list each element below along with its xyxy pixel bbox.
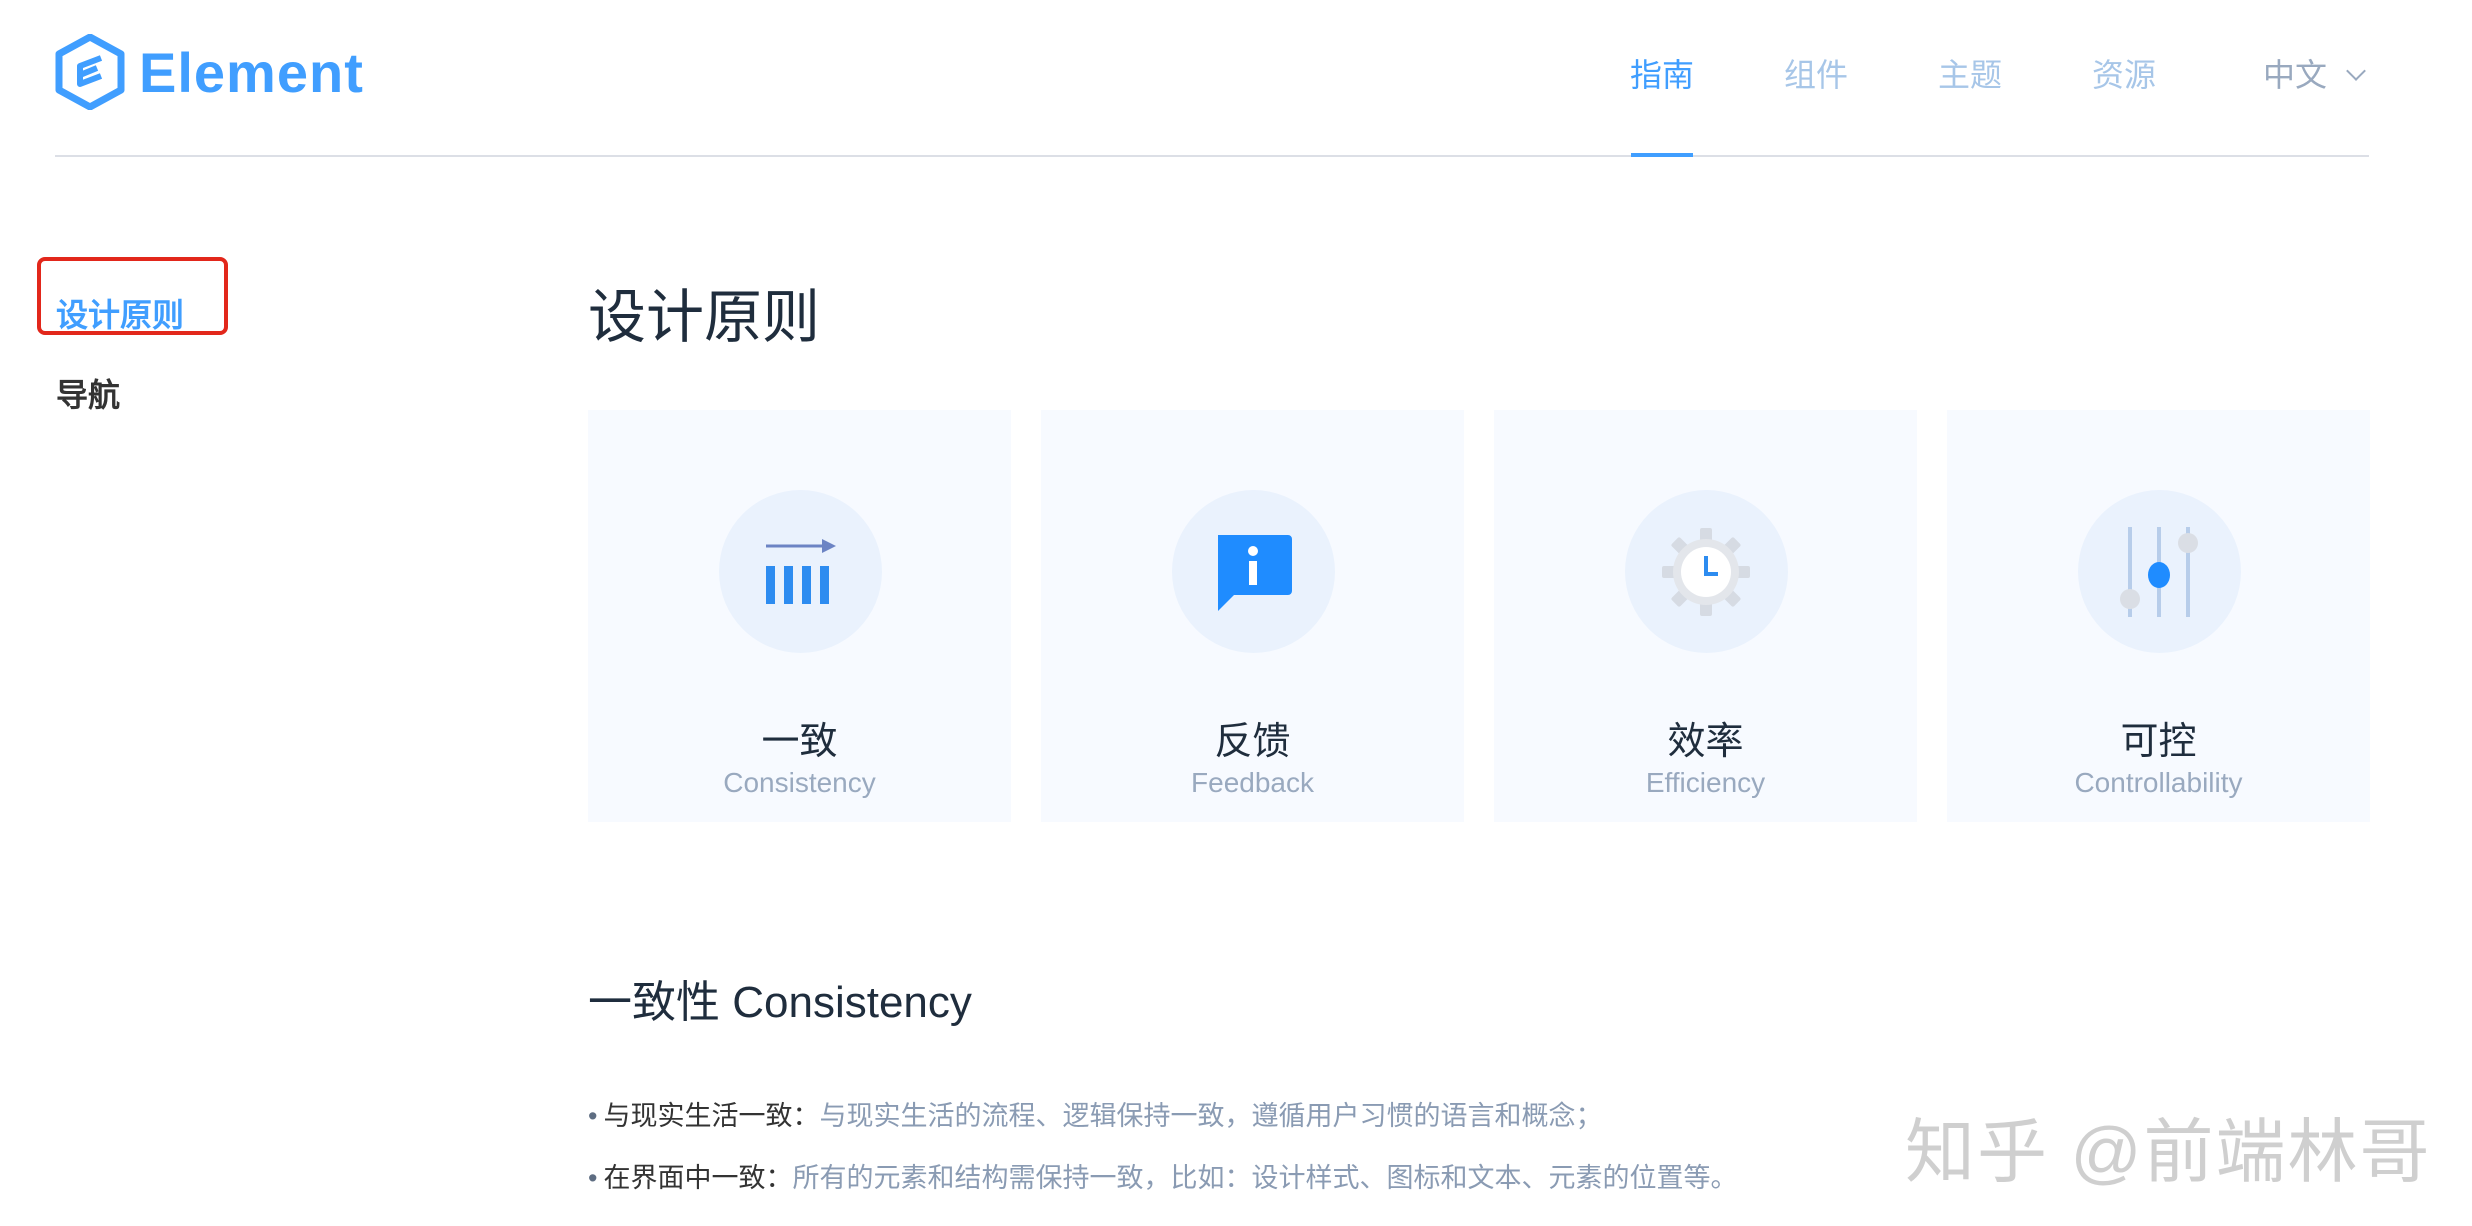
bullet-desc: 与现实生活的流程、逻辑保持一致，遵循用户习惯的语言和概念； [819, 1101, 1603, 1131]
card-title-en: Feedback [1191, 767, 1314, 798]
page-title: 设计原则 [588, 285, 821, 350]
nav-components[interactable]: 组件 [1739, 0, 1893, 155]
language-selector[interactable]: 中文 [2263, 0, 2366, 150]
consistency-icon [766, 538, 836, 604]
sidebar-item-design-principles[interactable]: 设计原则 [56, 290, 184, 336]
sidebar-item-navigation[interactable]: 导航 [56, 370, 120, 416]
top-header: Element 指南 组件 主题 资源 中文 [55, 0, 2369, 157]
logo-text: Element [139, 40, 364, 104]
card-feedback: 反馈 Feedback [1041, 410, 1464, 822]
gear-clock-icon [1662, 527, 1750, 616]
nav-guide[interactable]: 指南 [1585, 0, 1739, 157]
card-controllability: 可控 Controllability [1947, 410, 2370, 822]
card-title-cn: 效率 [1667, 721, 1744, 763]
element-logo-icon [55, 34, 125, 110]
feedback-info-icon [1218, 534, 1292, 611]
controllability-icon-circle [2077, 490, 2241, 653]
efficiency-icon-circle [1624, 490, 1788, 653]
bullet-lead: 与现实生活一致： [603, 1101, 820, 1131]
card-consistency: 一致 Consistency [588, 410, 1011, 822]
bullet-lead: 在界面中一致： [603, 1163, 793, 1193]
zhihu-watermark: 知乎 @前端林哥 [1905, 1113, 2432, 1191]
top-nav: 指南 组件 主题 资源 [1585, 0, 2201, 157]
list-item: 在界面中一致：所有的元素和结构需保持一致，比如：设计样式、图标和文本、元素的位置… [588, 1147, 1737, 1209]
element-logo[interactable]: Element [55, 34, 364, 110]
list-item: 与现实生活一致：与现实生活的流程、逻辑保持一致，遵循用户习惯的语言和概念； [588, 1085, 1737, 1147]
principle-cards: 一致 Consistency 反馈 Feedback 效率 Efficiency… [588, 410, 2370, 822]
card-title-en: Controllability [2074, 767, 2243, 798]
card-title-en: Efficiency [1645, 767, 1766, 798]
card-title-cn: 可控 [2120, 721, 2197, 763]
consistency-icon-circle [718, 490, 882, 653]
card-efficiency: 效率 Efficiency [1494, 410, 1917, 822]
chevron-down-icon [2346, 61, 2366, 81]
language-label: 中文 [2263, 57, 2328, 93]
section-bullets: 与现实生活一致：与现实生活的流程、逻辑保持一致，遵循用户习惯的语言和概念； 在界… [588, 1085, 1737, 1209]
bullet-desc: 所有的元素和结构需保持一致，比如：设计样式、图标和文本、元素的位置等。 [792, 1163, 1738, 1193]
feedback-icon-circle [1171, 490, 1335, 653]
card-title-cn: 反馈 [1214, 721, 1291, 763]
nav-theme[interactable]: 主题 [1893, 0, 2047, 155]
nav-resources[interactable]: 资源 [2047, 0, 2201, 155]
card-title-cn: 一致 [761, 721, 838, 763]
sliders-icon [2120, 526, 2198, 617]
card-title-en: Consistency [723, 767, 876, 798]
section-title: 一致性 Consistency [588, 978, 972, 1027]
